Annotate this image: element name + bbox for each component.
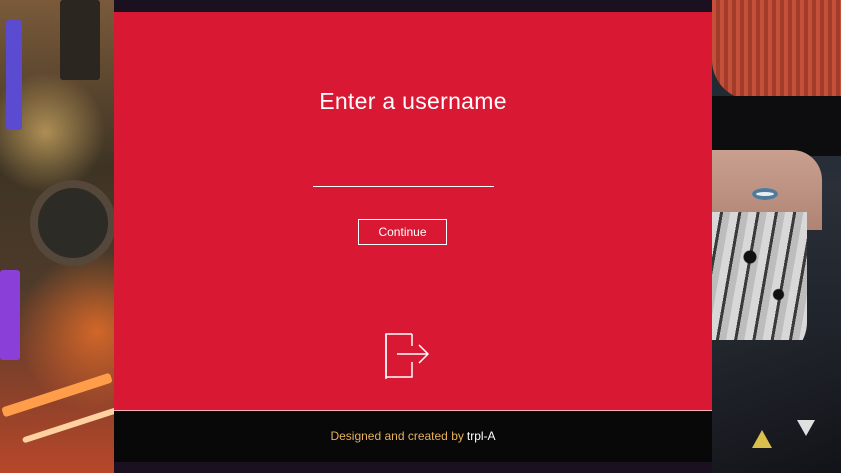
credit-label: Designed and created by — [330, 429, 464, 443]
character-beanie — [712, 0, 841, 100]
character-eye — [752, 188, 778, 200]
footer-credit: Designed and created by trpl-A — [114, 429, 712, 443]
username-dialog: Enter a username Continue — [114, 12, 712, 410]
dialog-title: Enter a username — [319, 88, 507, 114]
footer-bar: Designed and created by trpl-A — [114, 410, 712, 462]
graffiti-wall-art — [0, 0, 133, 473]
username-input[interactable] — [313, 164, 494, 187]
sign-in-arrow-icon[interactable] — [379, 325, 433, 383]
character-jacket — [712, 340, 841, 473]
author-name: trpl-A — [466, 429, 496, 443]
continue-button[interactable]: Continue — [358, 219, 447, 245]
